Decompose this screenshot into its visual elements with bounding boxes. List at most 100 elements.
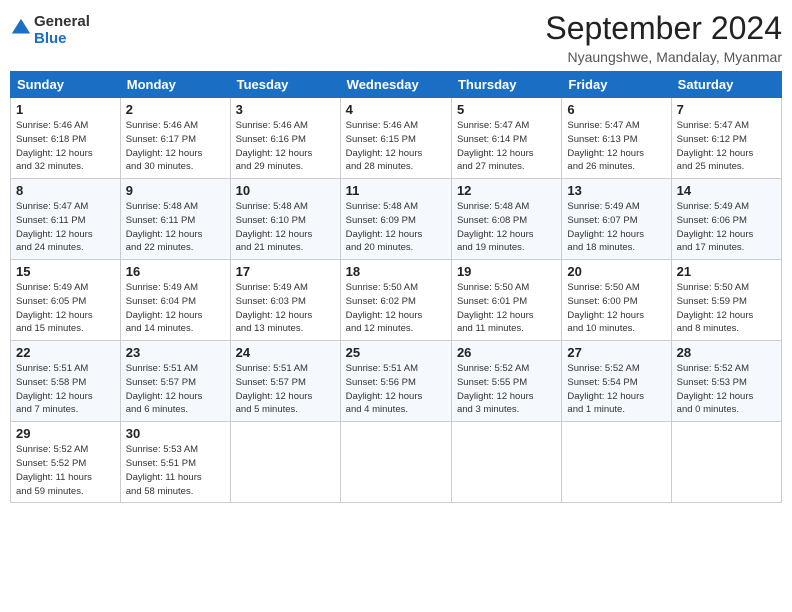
day-number: 14: [677, 183, 776, 198]
calendar-cell: 2 Sunrise: 5:46 AMSunset: 6:17 PMDaylight…: [120, 98, 230, 179]
cell-info: Sunrise: 5:53 AMSunset: 5:51 PMDaylight:…: [126, 443, 225, 498]
calendar-cell: 6 Sunrise: 5:47 AMSunset: 6:13 PMDaylight…: [562, 98, 671, 179]
cell-info: Sunrise: 5:49 AMSunset: 6:07 PMDaylight:…: [567, 200, 665, 255]
calendar-week-row: 15 Sunrise: 5:49 AMSunset: 6:05 PMDayligh…: [11, 260, 782, 341]
calendar-cell: 13 Sunrise: 5:49 AMSunset: 6:07 PMDayligh…: [562, 179, 671, 260]
calendar-week-row: 8 Sunrise: 5:47 AMSunset: 6:11 PMDaylight…: [11, 179, 782, 260]
day-number: 1: [16, 102, 115, 117]
day-number: 25: [346, 345, 446, 360]
day-number: 15: [16, 264, 115, 279]
day-number: 16: [126, 264, 225, 279]
cell-info: Sunrise: 5:50 AMSunset: 5:59 PMDaylight:…: [677, 281, 776, 336]
cell-info: Sunrise: 5:50 AMSunset: 6:01 PMDaylight:…: [457, 281, 556, 336]
cell-info: Sunrise: 5:50 AMSunset: 6:02 PMDaylight:…: [346, 281, 446, 336]
day-number: 28: [677, 345, 776, 360]
day-number: 26: [457, 345, 556, 360]
calendar-cell: 18Sunrise: 5:50 AMSunset: 6:02 PMDayligh…: [340, 260, 451, 341]
calendar-cell: 15 Sunrise: 5:49 AMSunset: 6:05 PMDayligh…: [11, 260, 121, 341]
day-number: 4: [346, 102, 446, 117]
calendar-cell: 17Sunrise: 5:49 AMSunset: 6:03 PMDayligh…: [230, 260, 340, 341]
col-header-sunday: Sunday: [11, 72, 121, 98]
calendar-cell: 14 Sunrise: 5:49 AMSunset: 6:06 PMDayligh…: [671, 179, 781, 260]
cell-info: Sunrise: 5:48 AMSunset: 6:11 PMDaylight:…: [126, 200, 225, 255]
cell-info: Sunrise: 5:46 AMSunset: 6:15 PMDaylight:…: [346, 119, 446, 174]
logo-text: General Blue: [34, 14, 90, 47]
cell-info: Sunrise: 5:47 AMSunset: 6:11 PMDaylight:…: [16, 200, 115, 255]
calendar-cell: [562, 422, 671, 503]
calendar-cell: 8 Sunrise: 5:47 AMSunset: 6:11 PMDaylight…: [11, 179, 121, 260]
calendar-cell: [230, 422, 340, 503]
col-header-thursday: Thursday: [451, 72, 561, 98]
calendar-cell: 30 Sunrise: 5:53 AMSunset: 5:51 PMDayligh…: [120, 422, 230, 503]
day-number: 3: [236, 102, 335, 117]
page-header: General Blue September 2024 Nyaungshwe, …: [10, 10, 782, 65]
cell-info: Sunrise: 5:49 AMSunset: 6:06 PMDaylight:…: [677, 200, 776, 255]
calendar-cell: 19Sunrise: 5:50 AMSunset: 6:01 PMDayligh…: [451, 260, 561, 341]
calendar-cell: 3Sunrise: 5:46 AMSunset: 6:16 PMDaylight…: [230, 98, 340, 179]
cell-info: Sunrise: 5:52 AMSunset: 5:53 PMDaylight:…: [677, 362, 776, 417]
day-number: 11: [346, 183, 446, 198]
cell-info: Sunrise: 5:52 AMSunset: 5:55 PMDaylight:…: [457, 362, 556, 417]
cell-info: Sunrise: 5:51 AMSunset: 5:56 PMDaylight:…: [346, 362, 446, 417]
calendar-cell: 22Sunrise: 5:51 AMSunset: 5:58 PMDayligh…: [11, 341, 121, 422]
day-number: 6: [567, 102, 665, 117]
calendar-table: SundayMondayTuesdayWednesdayThursdayFrid…: [10, 71, 782, 503]
calendar-cell: 16 Sunrise: 5:49 AMSunset: 6:04 PMDayligh…: [120, 260, 230, 341]
cell-info: Sunrise: 5:51 AMSunset: 5:57 PMDaylight:…: [236, 362, 335, 417]
cell-info: Sunrise: 5:46 AMSunset: 6:17 PMDaylight:…: [126, 119, 225, 174]
cell-info: Sunrise: 5:46 AMSunset: 6:18 PMDaylight:…: [16, 119, 115, 174]
col-header-monday: Monday: [120, 72, 230, 98]
day-number: 7: [677, 102, 776, 117]
day-number: 8: [16, 183, 115, 198]
day-number: 24: [236, 345, 335, 360]
calendar-week-row: 1 Sunrise: 5:46 AMSunset: 6:18 PMDaylight…: [11, 98, 782, 179]
calendar-cell: 11 Sunrise: 5:48 AMSunset: 6:09 PMDayligh…: [340, 179, 451, 260]
calendar-cell: 21Sunrise: 5:50 AMSunset: 5:59 PMDayligh…: [671, 260, 781, 341]
cell-info: Sunrise: 5:47 AMSunset: 6:12 PMDaylight:…: [677, 119, 776, 174]
col-header-saturday: Saturday: [671, 72, 781, 98]
day-number: 2: [126, 102, 225, 117]
calendar-header-row: SundayMondayTuesdayWednesdayThursdayFrid…: [11, 72, 782, 98]
day-number: 9: [126, 183, 225, 198]
day-number: 10: [236, 183, 335, 198]
day-number: 27: [567, 345, 665, 360]
calendar-cell: 7 Sunrise: 5:47 AMSunset: 6:12 PMDaylight…: [671, 98, 781, 179]
cell-info: Sunrise: 5:47 AMSunset: 6:13 PMDaylight:…: [567, 119, 665, 174]
cell-info: Sunrise: 5:48 AMSunset: 6:08 PMDaylight:…: [457, 200, 556, 255]
title-block: September 2024 Nyaungshwe, Mandalay, Mya…: [545, 10, 782, 65]
calendar-week-row: 22Sunrise: 5:51 AMSunset: 5:58 PMDayligh…: [11, 341, 782, 422]
logo: General Blue: [10, 10, 90, 47]
location-subtitle: Nyaungshwe, Mandalay, Myanmar: [545, 49, 782, 65]
calendar-cell: 25 Sunrise: 5:51 AMSunset: 5:56 PMDayligh…: [340, 341, 451, 422]
cell-info: Sunrise: 5:48 AMSunset: 6:09 PMDaylight:…: [346, 200, 446, 255]
cell-info: Sunrise: 5:52 AMSunset: 5:54 PMDaylight:…: [567, 362, 665, 417]
day-number: 20: [567, 264, 665, 279]
col-header-friday: Friday: [562, 72, 671, 98]
cell-info: Sunrise: 5:49 AMSunset: 6:04 PMDaylight:…: [126, 281, 225, 336]
calendar-cell: [451, 422, 561, 503]
day-number: 17: [236, 264, 335, 279]
calendar-body: 1 Sunrise: 5:46 AMSunset: 6:18 PMDaylight…: [11, 98, 782, 503]
day-number: 12: [457, 183, 556, 198]
col-header-tuesday: Tuesday: [230, 72, 340, 98]
day-number: 5: [457, 102, 556, 117]
calendar-cell: [671, 422, 781, 503]
cell-info: Sunrise: 5:48 AMSunset: 6:10 PMDaylight:…: [236, 200, 335, 255]
cell-info: Sunrise: 5:47 AMSunset: 6:14 PMDaylight:…: [457, 119, 556, 174]
day-number: 30: [126, 426, 225, 441]
day-number: 13: [567, 183, 665, 198]
col-header-wednesday: Wednesday: [340, 72, 451, 98]
calendar-cell: 29Sunrise: 5:52 AMSunset: 5:52 PMDayligh…: [11, 422, 121, 503]
calendar-cell: 1 Sunrise: 5:46 AMSunset: 6:18 PMDaylight…: [11, 98, 121, 179]
calendar-cell: 5 Sunrise: 5:47 AMSunset: 6:14 PMDaylight…: [451, 98, 561, 179]
day-number: 22: [16, 345, 115, 360]
cell-info: Sunrise: 5:49 AMSunset: 6:05 PMDaylight:…: [16, 281, 115, 336]
calendar-cell: 23Sunrise: 5:51 AMSunset: 5:57 PMDayligh…: [120, 341, 230, 422]
calendar-cell: 26 Sunrise: 5:52 AMSunset: 5:55 PMDayligh…: [451, 341, 561, 422]
day-number: 29: [16, 426, 115, 441]
calendar-cell: [340, 422, 451, 503]
cell-info: Sunrise: 5:50 AMSunset: 6:00 PMDaylight:…: [567, 281, 665, 336]
day-number: 23: [126, 345, 225, 360]
logo-icon: [10, 17, 32, 39]
calendar-cell: 12 Sunrise: 5:48 AMSunset: 6:08 PMDayligh…: [451, 179, 561, 260]
